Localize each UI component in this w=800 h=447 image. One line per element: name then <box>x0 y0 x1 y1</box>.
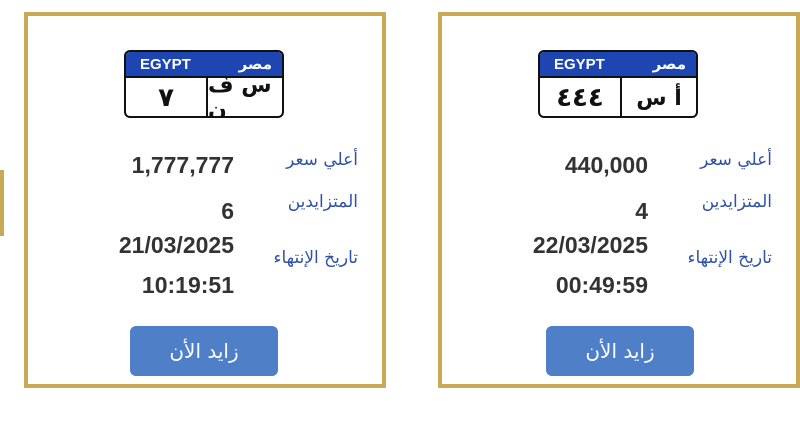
highest-price-label: أعلي سعر <box>286 150 358 170</box>
end-time-value: 00:49:59 <box>555 272 648 298</box>
bidders-label: المتزايدين <box>287 192 358 212</box>
plate-header: EGYPT مصر <box>540 52 696 76</box>
plate-number: ٧ <box>126 78 208 116</box>
plate-body: ٤٤٤ أ س <box>540 76 696 116</box>
end-date-label: تاريخ الإنتهاء <box>273 248 358 268</box>
license-plate: EGYPT مصر ٤٤٤ أ س <box>538 50 698 118</box>
highest-price-value: 440,000 <box>564 152 648 178</box>
plate-country-ar: مصر <box>238 56 272 73</box>
plate-number: ٤٤٤ <box>540 78 622 116</box>
end-date-value: 21/03/2025 <box>118 232 234 258</box>
plate-country-en: EGYPT <box>554 55 605 73</box>
bidders-label: المتزايدين <box>701 192 772 212</box>
license-plate: EGYPT مصر ٧ س ف ن <box>124 50 284 118</box>
end-time-value: 10:19:51 <box>141 272 234 298</box>
auction-card: EGYPT مصر ٧ س ف ن أعلي سعر 1,777,777 الم… <box>24 12 386 388</box>
end-date-value: 22/03/2025 <box>532 232 648 258</box>
plate-body: ٧ س ف ن <box>126 73 282 118</box>
end-date-label: تاريخ الإنتهاء <box>687 248 772 268</box>
plate-country-en: EGYPT <box>140 55 191 73</box>
plate-country-ar: مصر <box>652 56 686 73</box>
auction-card: EGYPT مصر ٤٤٤ أ س أعلي سعر 440,000 المتز… <box>438 12 800 388</box>
bidders-count: 4 <box>635 198 648 224</box>
highest-price-value: 1,777,777 <box>131 152 234 178</box>
bid-now-button[interactable]: زايد الأن <box>130 326 278 376</box>
bid-now-button[interactable]: زايد الأن <box>546 326 694 376</box>
partial-auction-card <box>0 170 4 236</box>
plate-letters: أ س <box>636 85 682 111</box>
bidders-count: 6 <box>221 198 234 224</box>
highest-price-label: أعلي سعر <box>700 150 772 170</box>
plate-letters: س ف ن <box>208 73 272 118</box>
